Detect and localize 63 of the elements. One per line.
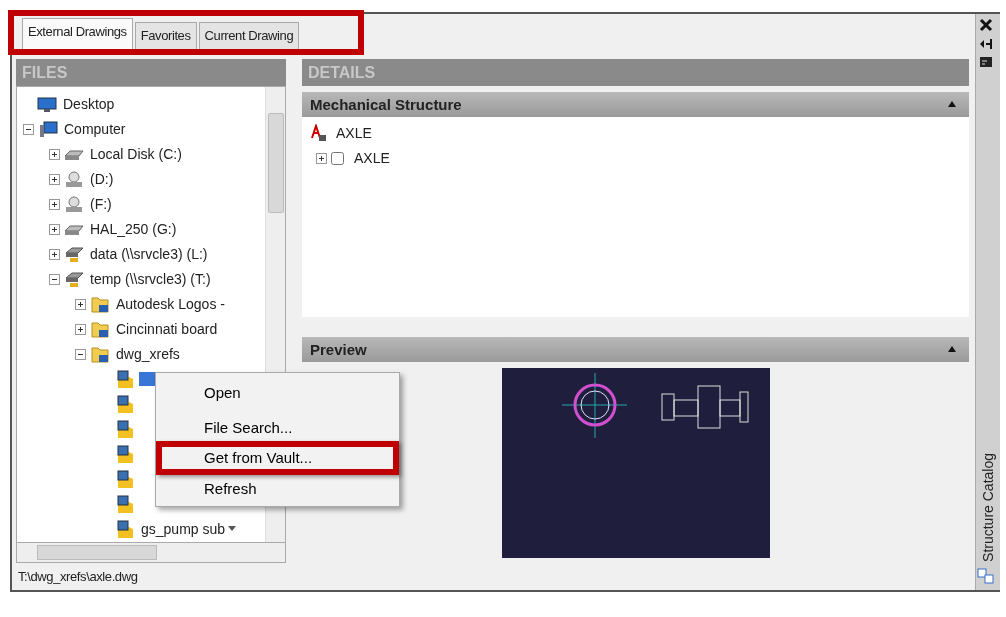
tree-item[interactable]: Autodesk Logos -	[114, 293, 227, 315]
tree-item[interactable]: (D:)	[88, 168, 116, 190]
panel-tab[interactable]: Current Drawing	[198, 22, 300, 49]
file-path: T:\dwg_xrefs\axle.dwg	[17, 567, 139, 586]
network-drive-icon	[64, 245, 84, 263]
expand-toggle[interactable]	[49, 148, 60, 160]
horizontal-scrollbar[interactable]	[16, 542, 286, 563]
collapse-toggle[interactable]	[23, 123, 34, 135]
section-title: Mechanical Structure	[310, 94, 462, 115]
expand-toggle[interactable]	[49, 173, 60, 185]
collapse-toggle[interactable]	[75, 348, 86, 360]
dropdown-arrow-icon[interactable]	[227, 525, 238, 533]
windows-icon[interactable]	[977, 568, 995, 584]
panel-tab[interactable]: External Drawings	[22, 18, 133, 49]
drawing-file-icon	[115, 445, 135, 463]
monitor-icon	[37, 95, 57, 113]
menu-item[interactable]: Get from Vault...	[156, 441, 399, 475]
tree-item[interactable]: (F:)	[88, 193, 114, 215]
drawing-file-icon	[115, 495, 135, 513]
computer-icon	[38, 120, 58, 138]
expand-toggle[interactable]	[49, 198, 60, 210]
menu-item[interactable]: File Search...	[156, 414, 399, 441]
tree-item[interactable]: AXLE	[334, 122, 374, 144]
menu-item[interactable]: Open	[156, 379, 399, 406]
section-title: Preview	[310, 339, 367, 360]
tree-item[interactable]: AXLE	[352, 147, 392, 169]
folder-icon	[90, 345, 110, 363]
expand-toggle[interactable]	[316, 152, 327, 164]
tree-item[interactable]: Cincinnati board	[114, 318, 220, 340]
expand-toggle[interactable]	[75, 323, 86, 335]
disc-drive-icon	[64, 170, 84, 188]
drawing-file-icon	[115, 370, 135, 388]
tree-item[interactable]: temp (\\srvcle3) (T:)	[88, 268, 213, 290]
properties-icon[interactable]	[979, 56, 993, 68]
folder-icon	[90, 295, 110, 313]
collapse-arrow-icon[interactable]	[947, 345, 957, 353]
close-icon[interactable]	[979, 18, 993, 32]
tree-item[interactable]: Local Disk (C:)	[88, 143, 184, 165]
menu-item[interactable]: Refresh	[156, 475, 399, 502]
pane-header: DETAILS	[302, 58, 969, 86]
expand-toggle[interactable]	[49, 248, 60, 260]
folder-icon	[90, 320, 110, 338]
drawing-file-icon	[115, 420, 135, 438]
part-checkbox[interactable]	[331, 151, 344, 165]
expand-toggle[interactable]	[75, 298, 86, 310]
tree-item[interactable]: Computer	[62, 118, 128, 140]
tree-item[interactable]: dwg_xrefs	[114, 343, 182, 365]
expand-toggle[interactable]	[49, 223, 60, 235]
collapse-toggle[interactable]	[49, 273, 60, 285]
panel-tab[interactable]: Favorites	[134, 22, 197, 49]
drawing-file-icon	[115, 520, 135, 538]
side-tab[interactable]: Structure Catalog	[977, 453, 999, 562]
tree-item[interactable]: data (\\srvcle3) (L:)	[88, 243, 210, 265]
drawing-file-icon	[115, 470, 135, 488]
network-drive-icon	[64, 270, 84, 288]
drawing-file-icon	[115, 395, 135, 413]
collapse-arrow-icon[interactable]	[947, 100, 957, 108]
collapse-panel-icon[interactable]	[979, 38, 993, 50]
tree-item[interactable]: HAL_250 (G:)	[88, 218, 179, 240]
disc-drive-icon	[64, 195, 84, 213]
pane-header: FILES	[16, 58, 286, 86]
tree-item[interactable]: Desktop	[61, 93, 117, 115]
file-item[interactable]: gs_pump sub	[139, 518, 228, 540]
